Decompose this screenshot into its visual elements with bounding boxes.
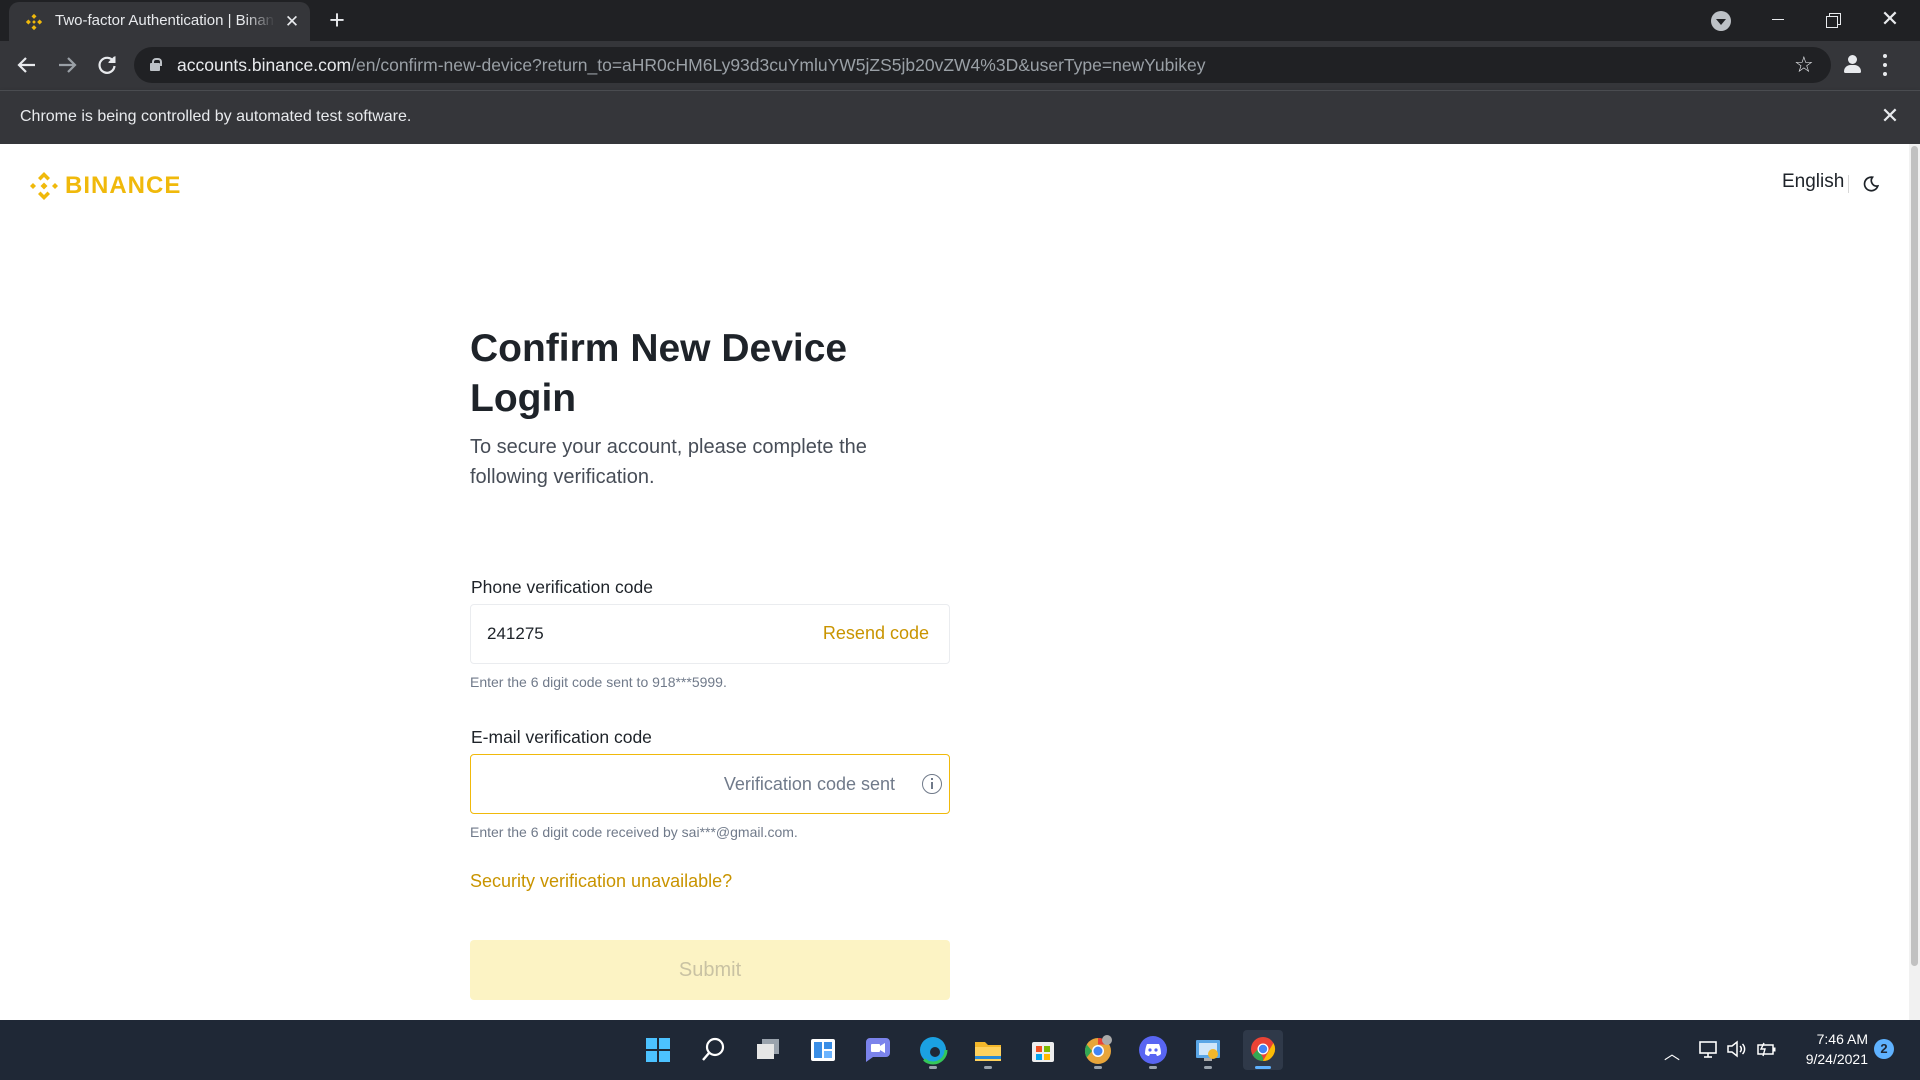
windows-taskbar: ︿ 7:46 AM 9/24/2021 2 — [0, 1020, 1920, 1080]
widgets-icon[interactable] — [803, 1030, 843, 1070]
phone-code-label: Phone verification code — [471, 577, 653, 597]
lock-icon[interactable] — [150, 58, 162, 71]
tab-close-icon[interactable]: ✕ — [281, 11, 303, 33]
page-title: Confirm New Device Login — [470, 327, 848, 420]
battery-icon[interactable] — [1756, 1039, 1778, 1059]
search-icon[interactable] — [693, 1030, 733, 1070]
running-indicator — [1255, 1066, 1271, 1069]
url-host: accounts.binance.com — [177, 55, 352, 75]
edge-icon[interactable] — [913, 1030, 953, 1070]
notification-badge[interactable]: 2 — [1874, 1039, 1894, 1059]
verification-card: Confirm New Device Login To secure your … — [470, 324, 950, 1000]
forward-arrow-icon[interactable] — [51, 49, 83, 81]
phone-code-input[interactable]: 241275 Resend code — [470, 604, 950, 664]
infobar-close-icon[interactable]: ✕ — [1878, 103, 1902, 129]
binance-favicon-icon — [25, 13, 43, 31]
submit-button[interactable]: Submit — [470, 940, 950, 1000]
phone-code-value: 241275 — [487, 624, 544, 643]
binance-logo-icon — [30, 172, 58, 200]
network-icon[interactable] — [1698, 1039, 1720, 1059]
browser-tab[interactable]: Two-factor Authentication | Binance ✕ — [9, 2, 310, 41]
control-panel-icon[interactable] — [1188, 1030, 1228, 1070]
window-restore-button[interactable] — [1806, 0, 1862, 38]
page-subtitle: To secure your account, please complete … — [470, 436, 867, 488]
moon-icon[interactable] — [1862, 175, 1880, 193]
new-tab-button[interactable]: + — [322, 7, 352, 35]
logo-text: BINANCE — [65, 172, 182, 199]
security-unavailable-link[interactable]: Security verification unavailable? — [470, 871, 732, 892]
taskbar-clock[interactable]: 7:46 AM 9/24/2021 — [1788, 1029, 1868, 1069]
teams-chat-icon[interactable] — [858, 1030, 898, 1070]
volume-icon[interactable] — [1726, 1039, 1748, 1059]
clock-time: 7:46 AM — [1816, 1031, 1868, 1047]
email-code-label: E-mail verification code — [471, 727, 652, 747]
running-indicator — [984, 1066, 992, 1069]
chrome-canary-icon[interactable] — [1078, 1030, 1118, 1070]
running-indicator — [1094, 1066, 1102, 1069]
chrome-icon[interactable] — [1243, 1030, 1283, 1070]
store-icon[interactable] — [1023, 1030, 1063, 1070]
header-divider — [1848, 175, 1849, 193]
scrollbar-thumb[interactable] — [1911, 146, 1918, 966]
chrome-menu-icon[interactable] — [1882, 52, 1888, 78]
reload-icon[interactable] — [91, 49, 123, 81]
email-code-status: Verification code sent — [723, 774, 895, 794]
profile-icon[interactable] — [1839, 51, 1867, 79]
phone-code-help: Enter the 6 digit code sent to 918***599… — [470, 674, 727, 690]
url-text[interactable]: accounts.binance.com/en/confirm-new-devi… — [177, 55, 1205, 76]
page-scrollbar[interactable] — [1909, 144, 1920, 1020]
start-icon[interactable] — [638, 1030, 678, 1070]
window-minimize-button[interactable] — [1750, 0, 1806, 38]
file-explorer-icon[interactable] — [968, 1030, 1008, 1070]
browser-tab-strip: Two-factor Authentication | Binance ✕ + … — [0, 0, 1920, 41]
back-arrow-icon[interactable] — [11, 49, 43, 81]
infobar-message: Chrome is being controlled by automated … — [20, 108, 412, 125]
email-code-help: Enter the 6 digit code received by sai**… — [470, 824, 798, 840]
bookmark-star-icon[interactable]: ☆ — [1794, 52, 1814, 78]
url-path: /en/confirm-new-device?return_to=aHR0cHM… — [351, 55, 1206, 75]
page-content: BINANCE English Confirm New Device Login… — [0, 144, 1920, 1020]
running-indicator — [1149, 1066, 1157, 1069]
automation-infobar: Chrome is being controlled by automated … — [0, 90, 1920, 144]
window-close-button[interactable]: ✕ — [1862, 0, 1918, 38]
running-indicator — [1204, 1066, 1212, 1069]
discord-icon[interactable] — [1133, 1030, 1173, 1070]
task-view-icon[interactable] — [748, 1030, 788, 1070]
resend-code-button[interactable]: Resend code — [823, 623, 929, 644]
clock-date: 9/24/2021 — [1805, 1051, 1868, 1067]
running-indicator — [929, 1066, 937, 1069]
info-icon[interactable] — [922, 774, 942, 794]
address-bar[interactable]: accounts.binance.com/en/confirm-new-devi… — [134, 47, 1831, 83]
browser-toolbar: accounts.binance.com/en/confirm-new-devi… — [0, 41, 1920, 90]
tab-search-icon[interactable] — [1711, 11, 1731, 31]
email-code-input[interactable]: Verification code sent — [470, 754, 950, 814]
tab-title: Two-factor Authentication | Binance — [55, 12, 275, 29]
tray-overflow-chevron-icon[interactable]: ︿ — [1664, 1040, 1680, 1064]
language-selector[interactable]: English — [1782, 171, 1844, 193]
binance-logo[interactable]: BINANCE — [28, 169, 181, 203]
